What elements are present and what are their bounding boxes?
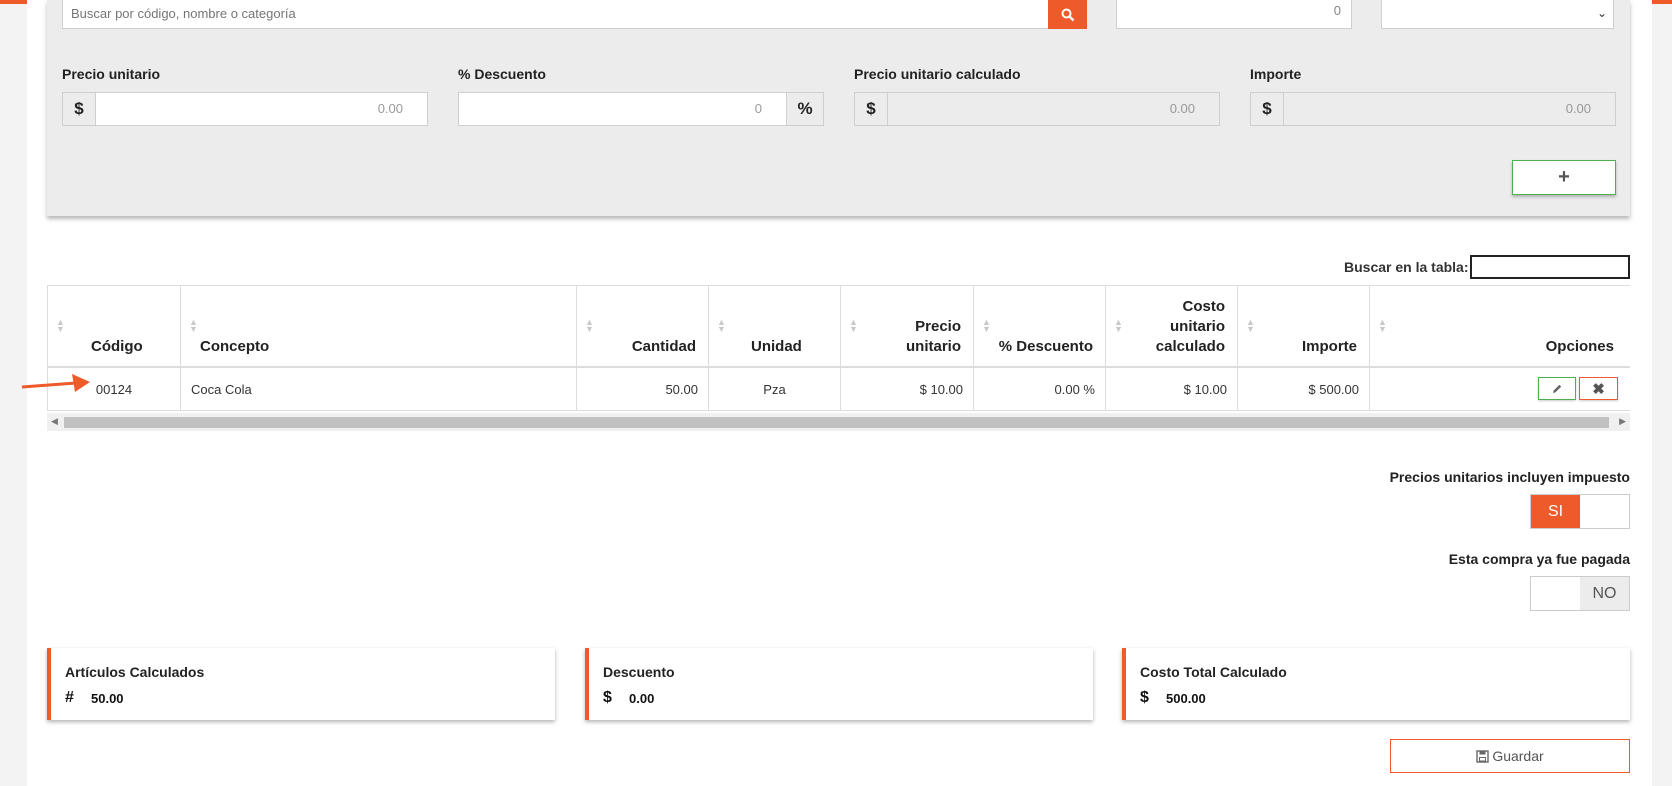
quantity-input[interactable]: 0 [1116,0,1352,29]
discount-field[interactable]: 0 % [458,92,824,126]
save-label: Guardar [1492,748,1544,764]
dollar-addon: $ [1251,93,1284,125]
th-unit[interactable]: ▲ ▼ Unidad [708,286,840,367]
table-search-label: Buscar en la tabla: [1344,259,1469,275]
items-summary-card: Artículos Calculados # 50.00 [47,648,555,720]
discount-value[interactable]: 0 [459,93,786,125]
search-icon [1061,8,1074,21]
close-icon: ✖ [1592,380,1605,398]
calc-price-field: $ 0.00 [854,92,1220,126]
table-search-input[interactable] [1470,255,1630,279]
amount-value: 0.00 [1284,93,1615,125]
discount-summary-card: Descuento $ 0.00 [585,648,1093,720]
dollar-icon: $ [1140,689,1149,706]
sort-icon: ▲ ▼ [1246,317,1255,334]
sort-icon: ▲ ▼ [717,317,726,334]
paid-toggle[interactable]: NO [1530,576,1630,611]
cell-amount: $ 500.00 [1237,368,1369,410]
sort-icon: ▲ ▼ [189,317,198,334]
cell-unit-price: $ 10.00 [840,368,973,410]
calc-price-value: 0.00 [888,93,1219,125]
cell-calc-cost: $ 10.00 [1105,368,1237,410]
pointer-arrow-icon [21,374,90,392]
amount-field: $ 0.00 [1250,92,1616,126]
add-item-button[interactable]: + [1512,160,1616,195]
cell-concept: Coca Cola [180,368,576,410]
unit-price-label: Precio unitario [62,66,161,82]
cell-discount: 0.00 % [973,368,1105,410]
calc-price-label: Precio unitario calculado [854,66,1021,82]
th-unit-price[interactable]: ▲ ▼ Precio unitario [840,286,973,367]
tax-included-toggle[interactable]: SI [1530,494,1630,529]
card-value: 500.00 [1166,691,1206,706]
chevron-down-icon: ⌄ [1596,6,1607,20]
sort-icon: ▲ ▼ [1378,317,1387,334]
th-options[interactable]: ▲ ▼ Opciones [1369,286,1630,367]
paid-label: Esta compra ya fue pagada [1448,551,1630,567]
toggle-on-state: SI [1531,495,1580,528]
card-value: 50.00 [91,691,124,706]
percent-addon: % [786,93,823,125]
sort-icon: ▲ ▼ [982,317,991,334]
total-summary-card: Costo Total Calculado $ 500.00 [1122,648,1630,720]
card-title: Artículos Calculados [65,664,205,680]
th-code[interactable]: ▲ ▼ Código [47,286,180,367]
product-search-field[interactable] [62,0,1087,29]
card-value: 0.00 [629,691,655,706]
sort-icon: ▲ ▼ [56,317,65,334]
floppy-disk-icon [1476,749,1490,763]
pencil-icon [1553,384,1562,393]
discount-label: % Descuento [458,66,546,82]
th-calc-cost[interactable]: ▲ ▼ Costo unitario calculado [1105,286,1237,367]
card-title: Descuento [603,664,675,680]
sort-icon: ▲ ▼ [585,317,594,334]
sort-icon: ▲ ▼ [849,317,858,334]
th-discount[interactable]: ▲ ▼ % Descuento [973,286,1105,367]
dollar-addon: $ [855,93,888,125]
cell-unit: Pza [708,368,840,410]
product-search-input[interactable] [71,2,1051,24]
unit-price-field[interactable]: $ 0.00 [62,92,428,126]
th-concept[interactable]: ▲ ▼ Concepto [180,286,576,367]
table-header: ▲ ▼ Código ▲ ▼ Concepto ▲ ▼ Cantidad ▲ ▼ Uni… [47,285,1630,368]
table-row[interactable]: 00124 Coca Cola 50.00 Pza $ 10.00 0.00 %… [47,368,1630,411]
th-amount[interactable]: ▲ ▼ Importe [1237,286,1369,367]
scroll-thumb[interactable] [64,417,1609,428]
hash-icon: # [65,689,74,706]
scroll-left-icon[interactable]: ◀ [51,416,58,427]
toggle-off-state: NO [1580,577,1629,610]
dollar-icon: $ [603,689,612,706]
delete-row-button[interactable]: ✖ [1579,377,1618,400]
amount-label: Importe [1250,66,1302,82]
dollar-addon: $ [63,93,96,125]
save-button[interactable]: Guardar [1390,739,1630,773]
scroll-right-icon[interactable]: ▶ [1619,416,1626,427]
edit-row-button[interactable] [1538,377,1576,400]
th-quantity[interactable]: ▲ ▼ Cantidad [576,286,708,367]
unit-price-value[interactable]: 0.00 [96,93,427,125]
search-button[interactable] [1048,0,1087,29]
tax-included-label: Precios unitarios incluyen impuesto [1389,469,1630,485]
sort-icon: ▲ ▼ [1114,317,1123,334]
table-scrollbar[interactable]: ◀ ▶ [47,413,1630,431]
unit-select[interactable]: ⌄ [1381,0,1614,29]
card-title: Costo Total Calculado [1140,664,1287,680]
cell-quantity: 50.00 [576,368,708,410]
